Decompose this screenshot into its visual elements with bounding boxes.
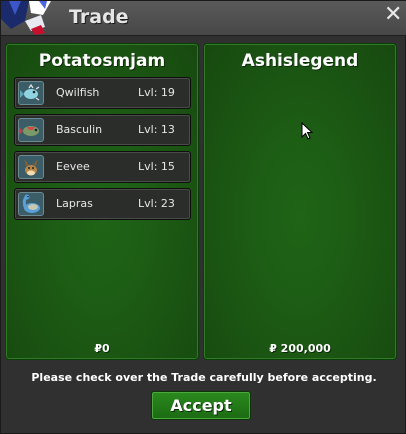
player-name: Potatosmjam <box>38 51 166 71</box>
pokemon-name: Basculin <box>56 123 103 136</box>
pokemon-slot[interactable]: Eevee Lvl: 15 <box>14 151 191 183</box>
pokemon-slot[interactable]: Lapras Lvl: 23 <box>14 188 191 220</box>
lapras-icon <box>18 192 44 216</box>
qwilfish-icon <box>18 81 44 105</box>
player-offer-panel: Potatosmjam Qwilfish Lvl: 19 Basculin Lv… <box>5 43 199 360</box>
title-bar[interactable]: Trade ✕ <box>1 1 406 36</box>
pokemon-slot[interactable]: Qwilfish Lvl: 19 <box>14 77 191 109</box>
partner-name: Ashislegend <box>241 51 359 71</box>
accept-button[interactable]: Accept <box>151 391 251 420</box>
pokemon-slot[interactable]: Basculin Lvl: 13 <box>14 114 191 146</box>
window-title: Trade <box>69 6 129 28</box>
partner-offer-panel: Ashislegend ₽ 200,000 <box>203 43 397 360</box>
basculin-icon <box>18 118 44 142</box>
player-money-offer: ₽0 <box>94 342 110 355</box>
pokemon-level: Lvl: 23 <box>138 197 175 210</box>
eevee-icon <box>18 155 44 179</box>
trade-window: Trade ✕ Potatosmjam Qwilfish Lvl: 19 Bas… <box>0 0 406 434</box>
pokemon-level: Lvl: 15 <box>138 160 175 173</box>
close-icon[interactable]: ✕ <box>384 4 402 26</box>
pokemon-name: Qwilfish <box>56 86 100 99</box>
partner-money-offer: ₽ 200,000 <box>269 342 331 355</box>
pokemon-name: Lapras <box>56 197 93 210</box>
mouse-cursor-icon <box>301 122 313 140</box>
pokemon-name: Eevee <box>56 160 90 173</box>
game-logo-icon <box>1 1 51 35</box>
pokemon-level: Lvl: 13 <box>138 123 175 136</box>
trade-notice: Please check over the Trade carefully be… <box>31 371 377 384</box>
pokemon-level: Lvl: 19 <box>138 86 175 99</box>
offered-pokemon-list: Qwilfish Lvl: 19 Basculin Lvl: 13 Eevee … <box>14 77 191 225</box>
